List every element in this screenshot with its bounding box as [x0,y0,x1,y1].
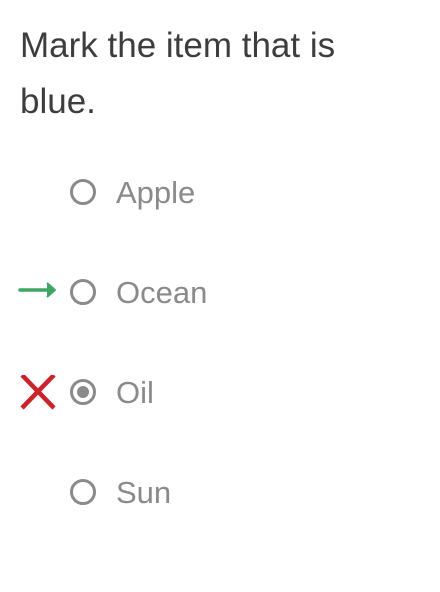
option-label-apple[interactable]: Apple [116,173,195,213]
option-ocean[interactable]: Ocean [0,264,440,324]
radio-button-ocean[interactable] [70,279,96,305]
option-label-oil[interactable]: Oil [116,373,154,413]
arrow-right-icon [18,282,56,298]
option-label-sun[interactable]: Sun [116,473,171,513]
option-apple[interactable]: Apple [0,164,440,224]
question-prompt: Mark the item that is blue. [20,26,336,121]
radio-button-apple[interactable] [70,179,96,205]
x-mark-icon [20,375,56,410]
option-oil[interactable]: Oil [0,364,440,424]
radio-button-oil[interactable] [70,379,96,405]
option-sun[interactable]: Sun [0,464,440,524]
radio-button-sun[interactable] [70,479,96,505]
option-label-ocean[interactable]: Ocean [116,273,207,313]
